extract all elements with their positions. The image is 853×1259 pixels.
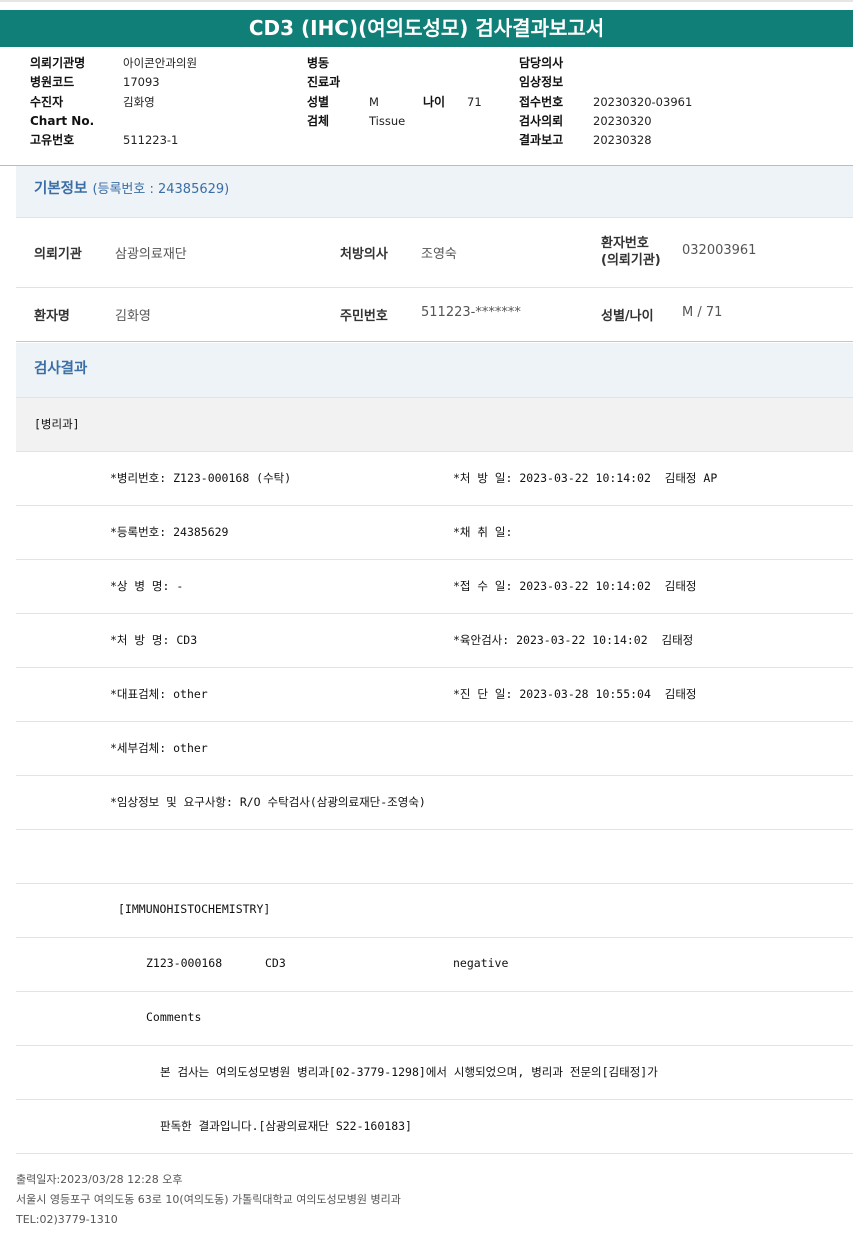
test-request-value: 20230320 xyxy=(593,113,652,128)
comment-line-1-row: 본 검사는 여의도성모병원 병리과[02-3779-1298]에서 시행되었으며… xyxy=(16,1046,853,1100)
ihc-result-row: Z123-000168 CD3 negative xyxy=(16,938,853,992)
ihc-title-row: [IMMUNOHISTOCHEMISTRY] xyxy=(16,884,853,938)
ihc-title: [IMMUNOHISTOCHEMISTRY] xyxy=(118,902,271,916)
hospital-address: 서울시 영등포구 여의도동 63로 10(여의도동) 가톨릭대학교 여의도성모병… xyxy=(16,1193,401,1206)
department-tag: [병리과] xyxy=(34,417,80,431)
result-report-label: 결과보고 xyxy=(519,133,564,148)
specimen-label: 검체 xyxy=(307,113,330,128)
comments-row: Comments xyxy=(16,992,853,1046)
attending-doctor-label: 담당의사 xyxy=(519,56,564,70)
ward-label: 병동 xyxy=(307,56,330,70)
result-line-1: *병리번호: Z123-000168 (수탁) *처 방 일: 2023-03-… xyxy=(16,452,853,506)
comments-label: Comments xyxy=(146,1010,202,1024)
comment-line-1: 본 검사는 여의도성모병원 병리과[02-3779-1298]에서 시행되었으며… xyxy=(160,1065,658,1079)
registration-no-line: *등록번호: 24385629 xyxy=(110,525,229,539)
result-line-3: *상 병 명: - *접 수 일: 2023-03-22 10:14:02 김태… xyxy=(16,560,853,614)
prescribing-doctor-value: 조영숙 xyxy=(421,247,457,262)
patient-no-label-line-1: 환자번호 xyxy=(601,236,649,251)
specimen-value: Tissue xyxy=(369,113,406,128)
registration-number: (등록번호 : 24385629) xyxy=(92,182,230,197)
patient-no-label: 환자번호 (의뢰기관) xyxy=(601,235,661,269)
results-title: 검사결과 xyxy=(34,361,88,377)
patient-name-label: 환자명 xyxy=(34,309,70,324)
header-col-1: 의뢰기관명 아이콘안과의원 병원코드 17093 수진자 김화영 Chart No. … xyxy=(30,54,197,150)
institution-name-label: 의뢰기관명 xyxy=(30,56,86,70)
result-blank-row xyxy=(16,830,853,884)
sex-label: 성별 xyxy=(307,94,330,109)
unique-no-label: 고유번호 xyxy=(30,133,75,148)
institution-value: 삼광의료재단 xyxy=(115,247,187,262)
clinical-info-request: *임상정보 및 요구사항: R/O 수탁검사(삼광의료재단-조영숙) xyxy=(110,795,426,809)
basic-info-row-1: 의뢰기관 삼광의료재단 처방의사 조영숙 환자번호 (의뢰기관) 03200396… xyxy=(16,218,853,288)
receipt-date: *접 수 일: 2023-03-22 10:14:02 김태정 xyxy=(453,579,697,593)
resident-no-label: 주민번호 xyxy=(340,309,388,324)
patient-name-value: 김화영 xyxy=(115,309,151,324)
chart-no-label: Chart No. xyxy=(30,113,95,128)
representative-specimen: *대표검체: other xyxy=(110,687,208,701)
basic-info-title: 기본정보 xyxy=(34,181,88,197)
result-line-4: *처 방 명: CD3 *육안검사: 2023-03-22 10:14:02 김… xyxy=(16,614,853,668)
result-line-7: *임상정보 및 요구사항: R/O 수탁검사(삼광의료재단-조영숙) xyxy=(16,776,853,830)
gross-exam-date: *육안검사: 2023-03-22 10:14:02 김태정 xyxy=(453,633,694,647)
sex-age-value: M / 71 xyxy=(682,305,723,320)
test-request-label: 검사의뢰 xyxy=(519,113,564,128)
header-col-3: 담당의사 임상정보 접수번호 20230320-03961 검사의뢰 2023032… xyxy=(519,54,692,150)
pathology-number: *병리번호: Z123-000168 (수탁) xyxy=(110,471,292,485)
detail-specimen: *세부검체: other xyxy=(110,741,208,755)
resident-no-value: 511223-******* xyxy=(421,305,521,320)
comment-line-2: 판독한 결과입니다.[삼광의료재단 S22-160183] xyxy=(160,1119,412,1133)
clinical-info-label: 임상정보 xyxy=(519,75,564,90)
hospital-code-label: 병원코드 xyxy=(30,75,75,90)
receipt-no-value: 20230320-03961 xyxy=(593,94,693,109)
patient-label: 수진자 xyxy=(30,94,64,109)
age-label: 나이 xyxy=(423,94,446,109)
prescription-name: *처 방 명: CD3 xyxy=(110,633,198,647)
print-date: 출력일자:2023/03/28 12:28 오후 xyxy=(16,1173,183,1186)
result-line-2: *등록번호: 24385629 *채 취 일: xyxy=(16,506,853,560)
prescribing-doctor-label: 처방의사 xyxy=(340,247,388,262)
institution-label: 의뢰기관 xyxy=(34,247,82,262)
institution-name-value: 아이콘안과의원 xyxy=(123,56,198,70)
report-title: CD3 (IHC)(여의도성모) 검사결과보고서 xyxy=(0,10,853,47)
sex-value: M xyxy=(369,94,379,109)
ihc-marker: CD3 xyxy=(265,956,286,970)
patient-no-label-line-2: (의뢰기관) xyxy=(601,253,661,268)
department-label: 진료과 xyxy=(307,75,341,90)
header-col-2: 병동 진료과 성별 M 나이 71 검체 Tissue xyxy=(307,54,482,131)
sex-age-label: 성별/나이 xyxy=(601,309,654,324)
basic-info-row-2: 환자명 김화영 주민번호 511223-******* 성별/나이 M / 71 xyxy=(16,288,853,342)
collection-date: *채 취 일: xyxy=(453,525,513,539)
top-border xyxy=(0,0,853,8)
prescription-date: *처 방 일: 2023-03-22 10:14:02 김태정 AP xyxy=(453,471,718,485)
results-header: 검사결과 xyxy=(16,343,853,398)
hospital-phone: TEL:02)3779-1310 xyxy=(16,1213,118,1226)
diagnosis-name: *상 병 명: - xyxy=(110,579,184,593)
result-line-6: *세부검체: other xyxy=(16,722,853,776)
ihc-result: negative xyxy=(453,956,509,970)
ihc-specimen-id: Z123-000168 xyxy=(146,956,223,970)
result-report-value: 20230328 xyxy=(593,133,652,148)
age-value: 71 xyxy=(467,94,482,109)
department-row: [병리과] xyxy=(16,398,853,452)
comment-line-2-row: 판독한 결과입니다.[삼광의료재단 S22-160183] xyxy=(16,1100,853,1154)
unique-no-value: 511223-1 xyxy=(123,133,179,148)
patient-no-value: 032003961 xyxy=(682,243,757,258)
diagnosis-date: *진 단 일: 2023-03-28 10:55:04 김태정 xyxy=(453,687,697,701)
receipt-no-label: 접수번호 xyxy=(519,94,564,109)
result-line-5: *대표검체: other *진 단 일: 2023-03-28 10:55:04… xyxy=(16,668,853,722)
patient-value: 김화영 xyxy=(123,94,155,109)
hospital-code-value: 17093 xyxy=(123,75,160,90)
basic-info-header: 기본정보 (등록번호 : 24385629) xyxy=(16,166,853,218)
report-footer: 출력일자:2023/03/28 12:28 오후 서울시 영등포구 여의도동 6… xyxy=(16,1170,401,1230)
